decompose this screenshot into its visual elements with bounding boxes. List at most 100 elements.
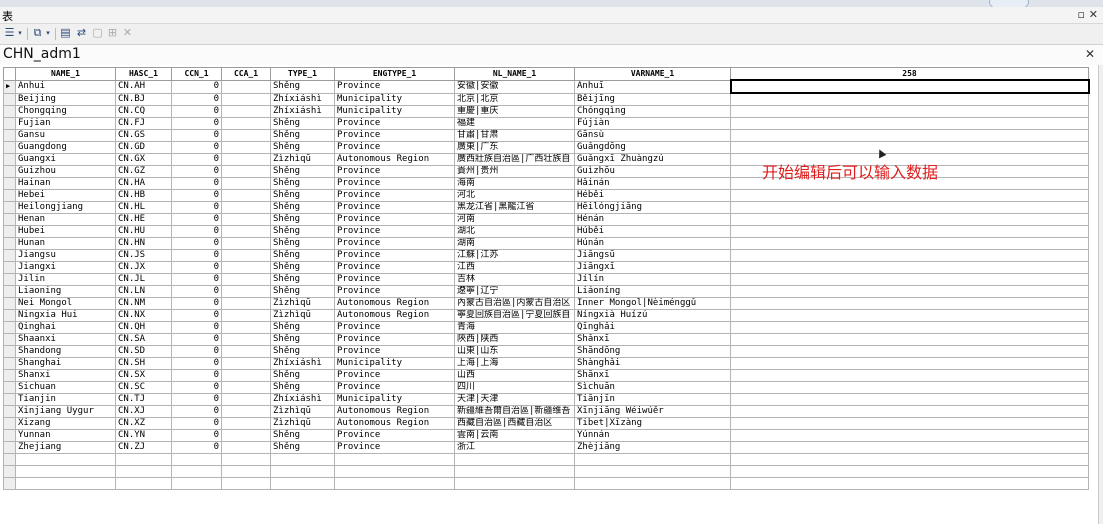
table-cell[interactable]: [730, 309, 1089, 322]
table-cell[interactable]: CN.HL: [115, 201, 172, 214]
table-cell[interactable]: 四川: [454, 381, 575, 394]
table-cell[interactable]: Municipality: [334, 92, 455, 106]
table-cell[interactable]: CN.NX: [115, 309, 172, 322]
table-row[interactable]: Chongqing CN.CQ 0 Zhíxiáshì Municipality 重慶|重…: [3, 105, 1089, 118]
table-cell[interactable]: [730, 105, 1089, 118]
table-cell[interactable]: 天津|天津: [454, 393, 575, 406]
table-cell[interactable]: 內蒙古自治區|内蒙古自治区: [454, 297, 575, 310]
table-cell[interactable]: CN.HE: [115, 213, 172, 226]
table-cell[interactable]: Beijing: [15, 92, 116, 106]
related-tables-icon[interactable]: ⧉: [31, 27, 44, 39]
table-row[interactable]: Hebei CN.HB 0 Shěng Province 河北 Héběi: [3, 189, 1089, 202]
table-cell[interactable]: [730, 237, 1089, 250]
table-cell[interactable]: 0: [171, 273, 222, 286]
table-cell[interactable]: CN.HU: [115, 225, 172, 238]
table-cell[interactable]: [730, 345, 1089, 358]
table-row[interactable]: Hubei CN.HU 0 Shěng Province 湖北 Húběi: [3, 225, 1089, 238]
table-cell[interactable]: Province: [334, 129, 455, 142]
table-row[interactable]: Liaoning CN.LN 0 Shěng Province 遼寧|辽宁 Liáoníng: [3, 285, 1089, 298]
column-header-type-1[interactable]: TYPE_1: [270, 67, 335, 81]
table-cell[interactable]: [221, 477, 271, 490]
table-cell[interactable]: [171, 465, 222, 478]
table-cell[interactable]: Zìzhìqū: [270, 153, 335, 166]
row-selector[interactable]: [3, 201, 16, 214]
table-cell[interactable]: 雲南|云南: [454, 429, 575, 442]
table-cell[interactable]: Shěng: [270, 273, 335, 286]
table-cell[interactable]: CN.NM: [115, 297, 172, 310]
table-cell[interactable]: Zhíxiáshì: [270, 92, 335, 106]
table-cell[interactable]: CN.JS: [115, 249, 172, 262]
column-header-engtype-1[interactable]: ENGTYPE_1: [334, 67, 455, 81]
table-cell[interactable]: Guizhou: [15, 165, 116, 178]
table-cell[interactable]: Shaanxi: [15, 333, 116, 346]
table-cell[interactable]: Chongqing: [15, 105, 116, 118]
column-header-ccn-1[interactable]: CCN_1: [171, 67, 222, 81]
table-cell[interactable]: [221, 321, 271, 334]
table-cell[interactable]: [171, 453, 222, 466]
table-cell[interactable]: [730, 141, 1089, 154]
table-cell[interactable]: Shěng: [270, 225, 335, 238]
table-cell[interactable]: [221, 153, 271, 166]
table-cell[interactable]: [730, 321, 1089, 334]
table-cell[interactable]: [115, 477, 172, 490]
table-row[interactable]: Tianjin CN.TJ 0 Zhíxiáshì Municipality 天津|天津 T…: [3, 393, 1089, 406]
table-cell[interactable]: Ningxia Hui: [15, 309, 116, 322]
table-cell[interactable]: 山東|山东: [454, 345, 575, 358]
table-cell[interactable]: Shěng: [270, 117, 335, 130]
table-cell[interactable]: 北京|北京: [454, 92, 575, 106]
table-cell[interactable]: Shěng: [270, 237, 335, 250]
table-cell[interactable]: Province: [334, 189, 455, 202]
table-cell[interactable]: [334, 453, 455, 466]
row-selector[interactable]: [3, 261, 16, 274]
table-row[interactable]: [3, 465, 1089, 478]
table-cell[interactable]: 河南: [454, 213, 575, 226]
table-cell[interactable]: 安徽|安徽: [454, 79, 575, 94]
table-row[interactable]: Sichuan CN.SC 0 Shěng Province 四川 Sìchuān: [3, 381, 1089, 394]
table-cell[interactable]: Xinjiang Uygur: [15, 405, 116, 418]
table-cell[interactable]: 0: [171, 117, 222, 130]
table-cell[interactable]: Shěng: [270, 189, 335, 202]
table-cell[interactable]: Province: [334, 213, 455, 226]
table-cell[interactable]: [221, 189, 271, 202]
table-row[interactable]: Shanxi CN.SX 0 Shěng Province 山西 Shānxī: [3, 369, 1089, 382]
table-cell[interactable]: [221, 117, 271, 130]
table-cell[interactable]: Jiangsu: [15, 249, 116, 262]
table-cell[interactable]: Jiangxi: [15, 261, 116, 274]
table-cell[interactable]: 上海|上海: [454, 357, 575, 370]
table-cell[interactable]: 0: [171, 357, 222, 370]
table-cell[interactable]: 甘肅|甘肃: [454, 129, 575, 142]
table-cell[interactable]: [574, 453, 731, 466]
table-cell[interactable]: [730, 201, 1089, 214]
close-icon[interactable]: ✕: [1085, 47, 1095, 61]
table-cell[interactable]: [221, 249, 271, 262]
row-selector[interactable]: [3, 333, 16, 346]
table-cell[interactable]: Province: [334, 117, 455, 130]
row-selector[interactable]: [3, 417, 16, 430]
table-cell[interactable]: CN.JX: [115, 261, 172, 274]
table-row[interactable]: Yunnan CN.YN 0 Shěng Province 雲南|云南 Yúnnán: [3, 429, 1089, 442]
pin-icon[interactable]: ▫: [1078, 8, 1085, 21]
table-cell[interactable]: [221, 345, 271, 358]
table-cell[interactable]: [730, 465, 1089, 478]
table-cell[interactable]: CN.TJ: [115, 393, 172, 406]
row-selector[interactable]: [3, 345, 16, 358]
table-cell[interactable]: Hebei: [15, 189, 116, 202]
table-cell[interactable]: Municipality: [334, 393, 455, 406]
table-cell[interactable]: [730, 453, 1089, 466]
row-selector[interactable]: [3, 129, 16, 142]
table-cell[interactable]: Autonomous Region: [334, 153, 455, 166]
table-row[interactable]: Jiangxi CN.JX 0 Shěng Province 江西 Jiāngxī: [3, 261, 1089, 274]
table-cell[interactable]: Fujian: [15, 117, 116, 130]
table-cell[interactable]: 湖南: [454, 237, 575, 250]
table-cell[interactable]: Zìzhìqū: [270, 417, 335, 430]
row-selector[interactable]: [3, 92, 16, 106]
table-cell[interactable]: Hunan: [15, 237, 116, 250]
table-cell[interactable]: Autonomous Region: [334, 417, 455, 430]
table-cell[interactable]: 海南: [454, 177, 575, 190]
close-icon[interactable]: ✕: [1089, 8, 1098, 21]
table-cell[interactable]: 0: [171, 309, 222, 322]
table-cell[interactable]: [115, 453, 172, 466]
table-cell[interactable]: Húběi: [574, 225, 731, 238]
row-selector[interactable]: [3, 285, 16, 298]
table-cell[interactable]: CN.SA: [115, 333, 172, 346]
